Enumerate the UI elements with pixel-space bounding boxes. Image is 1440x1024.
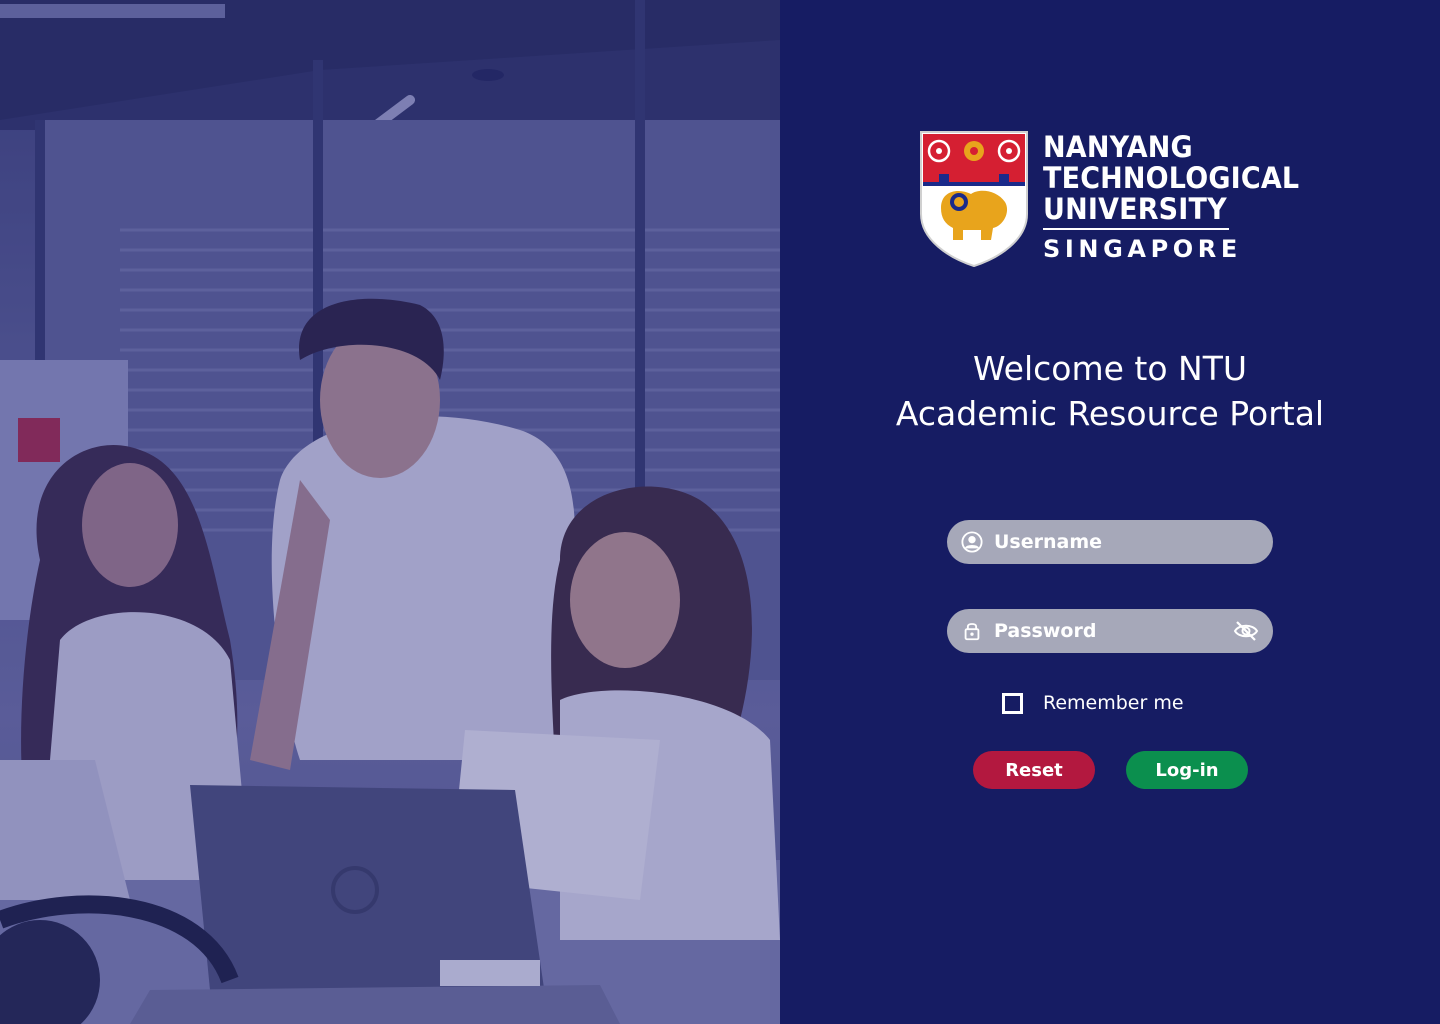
remember-me[interactable]: Remember me <box>1002 692 1184 714</box>
login-panel: NANYANG TECHNOLOGICAL UNIVERSITY SINGAPO… <box>780 0 1440 1024</box>
username-field[interactable] <box>947 520 1273 564</box>
logo-divider <box>1043 228 1229 230</box>
password-input[interactable] <box>994 611 1214 651</box>
reset-button[interactable]: Reset <box>973 751 1095 789</box>
login-page: NANYANG TECHNOLOGICAL UNIVERSITY SINGAPO… <box>0 0 1440 1024</box>
login-button[interactable]: Log-in <box>1126 751 1248 789</box>
lock-icon <box>964 623 980 641</box>
password-field[interactable] <box>947 609 1273 653</box>
eye-off-icon[interactable] <box>1233 619 1259 643</box>
students-photo-illustration <box>0 0 780 1024</box>
welcome-line-1: Welcome to NTU <box>972 349 1248 388</box>
user-circle-icon <box>961 531 983 553</box>
hero-photo <box>0 0 780 1024</box>
username-input[interactable] <box>994 522 1214 562</box>
remember-me-checkbox[interactable] <box>1002 692 1023 714</box>
logo-line-1: NANYANG <box>1043 130 1193 164</box>
logo-line-3: UNIVERSITY <box>1043 192 1227 226</box>
ntu-logo: NANYANG TECHNOLOGICAL UNIVERSITY SINGAPO… <box>919 128 1309 270</box>
welcome-line-2: Academic Resource Portal <box>895 394 1325 433</box>
logo-line-2: TECHNOLOGICAL <box>1043 161 1300 195</box>
remember-me-label: Remember me <box>1043 692 1184 714</box>
logo-wordmark: NANYANG TECHNOLOGICAL UNIVERSITY SINGAPO… <box>1043 132 1319 262</box>
logo-subline: SINGAPORE <box>1043 235 1242 263</box>
ntu-crest-icon <box>920 131 1028 268</box>
welcome-heading: Welcome to NTU Academic Resource Portal <box>780 346 1440 436</box>
